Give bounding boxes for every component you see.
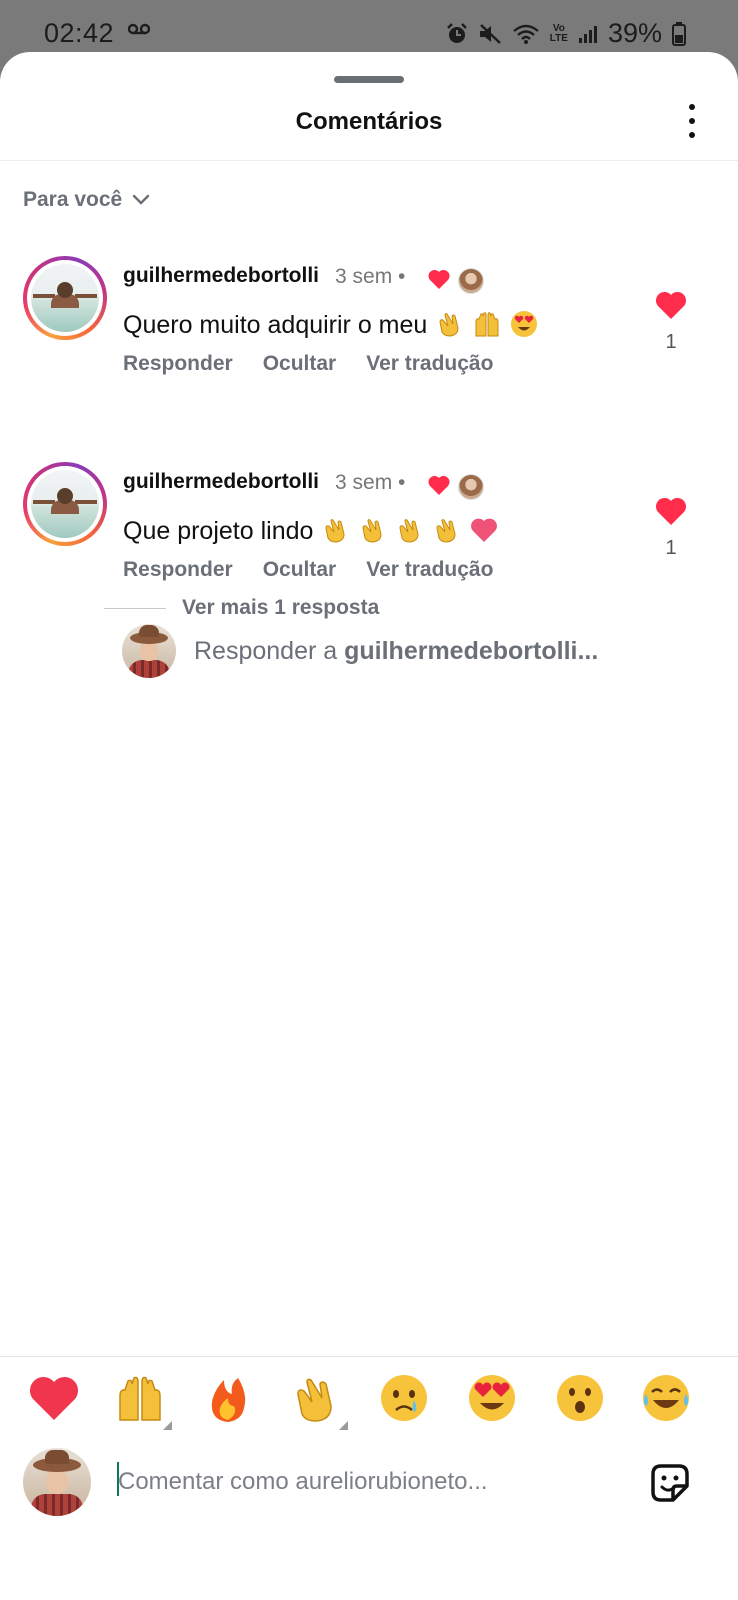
reply-button[interactable]: Responder (123, 352, 233, 376)
status-icons: Vo LTE 39% (446, 18, 686, 49)
heart-eyes-reaction-icon[interactable] (466, 1372, 518, 1424)
clapping-hands-reaction-icon (297, 1378, 332, 1422)
clapping-hands-emoji-icon (325, 519, 345, 543)
creator-liked-heart-icon (428, 475, 450, 495)
clapping-hands-reaction[interactable] (290, 1372, 348, 1430)
comment-username[interactable]: guilhermedebortolli (123, 470, 319, 494)
avatar (122, 624, 176, 678)
chevron-down-icon (133, 194, 150, 205)
reply-prompt[interactable]: Responder a guilhermedebortolli... (122, 624, 598, 678)
status-bar: 02:42 Vo LTE 39% (0, 0, 738, 56)
raising-hands-reaction[interactable] (114, 1372, 172, 1430)
clapping-hands-emoji-icon (399, 519, 419, 543)
volte-icon: Vo LTE (549, 22, 568, 44)
crying-face-reaction-icon[interactable] (378, 1372, 430, 1424)
comment-time-text: 3 sem (335, 265, 393, 288)
red-heart-reaction-icon[interactable] (28, 1372, 80, 1424)
avatar[interactable] (23, 256, 107, 340)
comment-actions: Responder Ocultar Ver tradução (123, 558, 493, 582)
comment-time: 3 sem • (335, 471, 406, 494)
clapping-hands-emoji-icon (436, 519, 456, 543)
composer-divider (0, 1356, 738, 1357)
drag-handle[interactable] (334, 76, 404, 83)
battery-percent: 39% (607, 18, 662, 48)
comments-sheet: Comentários Para você guilhermedebortoll… (0, 52, 738, 1600)
raising-hands-emoji-icon (475, 312, 499, 337)
comment-time-text: 3 sem (335, 471, 393, 494)
like-control: 1 (654, 496, 688, 560)
fire-reaction-icon[interactable] (202, 1372, 254, 1424)
heart-filled-icon[interactable] (655, 290, 687, 320)
view-more-replies-button[interactable]: Ver mais 1 resposta (104, 596, 379, 620)
quick-reactions-bar (0, 1372, 738, 1432)
dot-icon (689, 132, 695, 138)
reply-prompt-text: Responder a guilhermedebortolli... (194, 637, 598, 666)
replies-line (104, 607, 166, 609)
comment-body: Quero muito adquirir o meu (123, 311, 428, 339)
translate-button[interactable]: Ver tradução (366, 352, 493, 376)
avatar[interactable] (23, 462, 107, 546)
sort-filter-dropdown[interactable]: Para você (23, 188, 150, 212)
like-count: 1 (665, 331, 677, 353)
comment-input[interactable] (118, 1462, 538, 1502)
heart-eyes-emoji-icon (511, 311, 538, 337)
battery-icon (672, 21, 686, 46)
comment-body: Que projeto lindo (123, 517, 314, 545)
hide-button[interactable]: Ocultar (263, 352, 337, 376)
clapping-hands-emoji-icon (439, 313, 459, 337)
wifi-icon (513, 24, 539, 44)
voicemail-icon (127, 22, 151, 40)
pink-heart-emoji-icon (471, 518, 498, 542)
sheet-title: Comentários (295, 108, 443, 135)
alarm-icon (446, 22, 467, 43)
comment-text: Quero muito adquirir o meu (123, 310, 538, 340)
like-count: 1 (665, 537, 677, 559)
view-more-replies-label: Ver mais 1 resposta (182, 596, 380, 619)
filter-label: Para você (23, 188, 123, 211)
comment-actions: Responder Ocultar Ver tradução (123, 352, 493, 376)
raising-hands-reaction-icon (119, 1376, 161, 1421)
surprised-face-reaction-icon[interactable] (554, 1372, 606, 1424)
avatar (23, 1448, 91, 1516)
dot-icon (689, 118, 695, 124)
heart-filled-icon[interactable] (655, 496, 687, 526)
comment-username[interactable]: guilhermedebortolli (123, 264, 319, 288)
hide-button[interactable]: Ocultar (263, 558, 337, 582)
creator-liked-heart-icon (428, 269, 450, 289)
tears-of-joy-reaction-icon[interactable] (640, 1372, 692, 1424)
translate-button[interactable]: Ver tradução (366, 558, 493, 582)
more-options-button[interactable] (680, 104, 704, 138)
reply-button[interactable]: Responder (123, 558, 233, 582)
creator-avatar-icon (458, 474, 484, 500)
like-control: 1 (654, 290, 688, 354)
reply-prompt-prefix: Responder a (194, 636, 345, 665)
clapping-hands-emoji-icon (362, 519, 382, 543)
signal-icon (578, 25, 597, 43)
mute-icon (479, 23, 501, 44)
sticker-icon[interactable] (647, 1460, 693, 1506)
dot-icon (689, 104, 695, 110)
header-divider (0, 160, 738, 161)
creator-avatar-icon (458, 268, 484, 294)
status-time: 02:42 (44, 18, 115, 48)
comment-composer (0, 1448, 738, 1524)
comment-text: Que projeto lindo (123, 516, 498, 546)
reply-prompt-username: guilhermedebortolli... (344, 636, 599, 665)
comment-time: 3 sem • (335, 265, 406, 288)
